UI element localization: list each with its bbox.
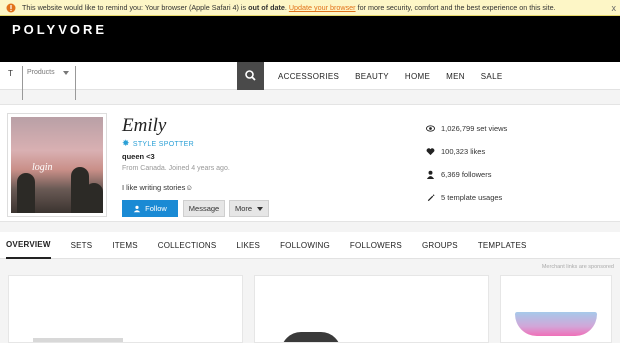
- tab-sets[interactable]: SETS: [61, 232, 103, 259]
- tab-items[interactable]: ITEMS: [102, 232, 147, 259]
- avatar-overlay-text: login: [32, 162, 53, 173]
- notice-message: This website would like to remind you: Y…: [22, 3, 556, 12]
- search-icon: [245, 70, 256, 81]
- avatar-photo: [11, 117, 103, 213]
- avatar: login: [7, 113, 107, 217]
- content-grid: [0, 275, 620, 343]
- profile-stats: 1,026,799 set views 100,323 likes 6,369 …: [426, 117, 507, 209]
- message-button[interactable]: Message: [183, 200, 225, 217]
- profile-card: login Emily ✸ STYLE SPOTTER queen <3 From…: [0, 104, 620, 222]
- content-card[interactable]: [500, 275, 612, 343]
- warning-icon: [6, 3, 16, 13]
- profile-tagline: queen <3: [122, 152, 155, 161]
- profile-tabs: OVERVIEW SETS ITEMS COLLECTIONS LIKES FO…: [0, 232, 620, 259]
- polyvore-logo[interactable]: POLYVORE: [12, 22, 107, 37]
- more-button[interactable]: More: [229, 200, 269, 217]
- browser-notice-bar: This website would like to remind you: Y…: [0, 0, 620, 16]
- nav-sale[interactable]: SALE: [481, 72, 503, 81]
- content-card[interactable]: [254, 275, 489, 343]
- card-thumbnail: [515, 312, 597, 336]
- profile-name: Emily: [122, 115, 167, 136]
- search-input[interactable]: T: [8, 69, 18, 78]
- stat-followers[interactable]: 6,369 followers: [426, 163, 507, 186]
- heart-icon: [426, 148, 435, 156]
- stat-likes[interactable]: 100,323 likes: [426, 140, 507, 163]
- follow-button[interactable]: Follow: [122, 200, 178, 217]
- style-spotter-badge[interactable]: ✸ STYLE SPOTTER: [122, 138, 194, 149]
- search-button[interactable]: [237, 62, 264, 90]
- profile-bio: I like writing stories☺: [122, 183, 194, 192]
- category-dropdown[interactable]: Products: [22, 66, 76, 100]
- tab-templates[interactable]: TEMPLATES: [468, 232, 537, 259]
- tab-likes[interactable]: LIKES: [226, 232, 270, 259]
- content-card[interactable]: [8, 275, 243, 343]
- tab-following[interactable]: FOLLOWING: [270, 232, 340, 259]
- card-thumbnail: [281, 332, 341, 342]
- tab-followers[interactable]: FOLLOWERS: [340, 232, 412, 259]
- stat-set-views[interactable]: 1,026,799 set views: [426, 117, 507, 140]
- tab-overview[interactable]: OVERVIEW: [6, 232, 51, 259]
- star-badge-icon: ✸: [122, 138, 130, 148]
- category-dropdown-label: Products: [27, 69, 55, 76]
- nav-home[interactable]: HOME: [405, 72, 430, 81]
- sponsored-note: Merchant links are sponsored: [541, 264, 614, 270]
- update-browser-link[interactable]: Update your browser: [289, 3, 356, 12]
- chevron-down-icon: [63, 71, 69, 75]
- person-icon: [426, 170, 435, 179]
- card-thumbnail: [33, 338, 123, 342]
- pen-icon: [427, 194, 435, 202]
- tab-groups[interactable]: GROUPS: [412, 232, 468, 259]
- close-notice-button[interactable]: x: [612, 0, 617, 15]
- tab-collections[interactable]: COLLECTIONS: [148, 232, 227, 259]
- eye-icon: [426, 125, 435, 132]
- main-nav: ACCESSORIES BEAUTY HOME MEN SALE: [278, 62, 502, 90]
- profile-meta: From Canada. Joined 4 years ago.: [122, 165, 230, 172]
- nav-beauty[interactable]: BEAUTY: [355, 72, 389, 81]
- nav-men[interactable]: MEN: [446, 72, 465, 81]
- person-add-icon: [133, 205, 141, 212]
- chevron-down-icon: [257, 206, 264, 211]
- stat-template-usages[interactable]: 5 template usages: [426, 186, 507, 209]
- site-header: POLYVORE: [0, 16, 620, 62]
- nav-accessories[interactable]: ACCESSORIES: [278, 72, 339, 81]
- search-nav-bar: T Products ACCESSORIES BEAUTY HOME MEN S…: [0, 62, 620, 100]
